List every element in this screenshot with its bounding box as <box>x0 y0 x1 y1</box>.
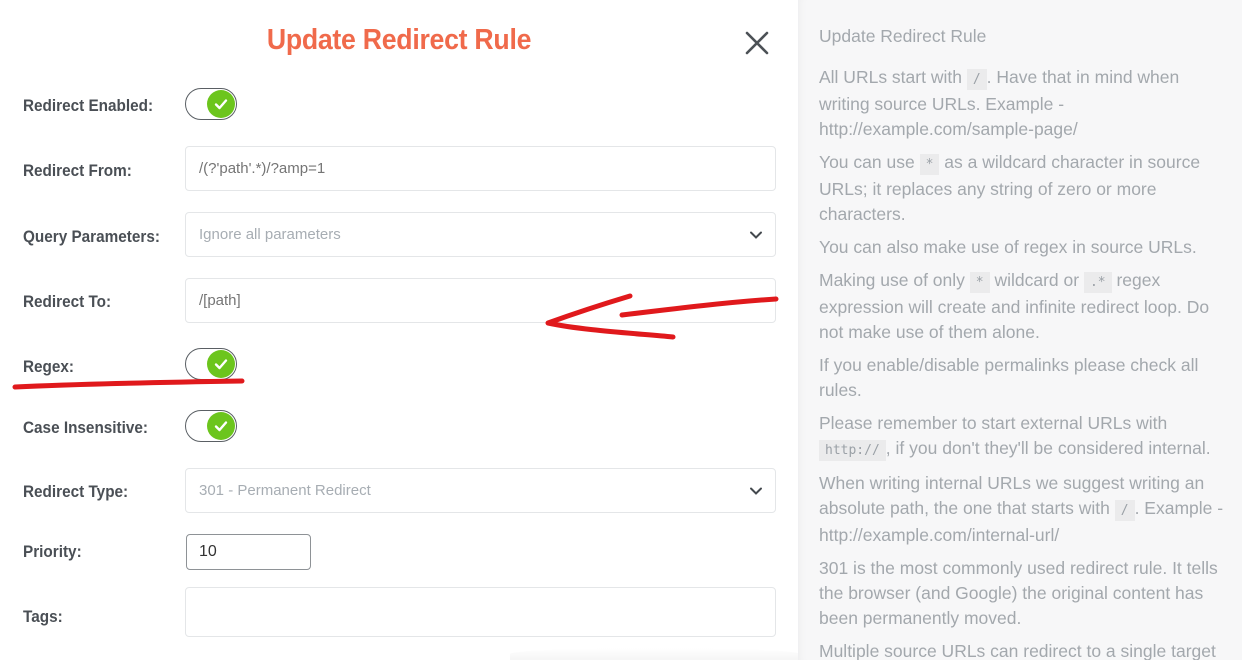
priority-label: Priority: <box>23 542 82 561</box>
check-icon <box>207 350 235 378</box>
redirect-from-label: Redirect From: <box>23 161 132 180</box>
regex-label: Regex: <box>23 357 75 376</box>
help-paragraph: You can also make use of regex in source… <box>819 237 1197 257</box>
close-button[interactable] <box>742 28 772 58</box>
redirect-to-label: Redirect To: <box>23 292 112 311</box>
redirect-type-select[interactable]: 301 - Permanent Redirect <box>185 468 776 513</box>
help-paragraph: 301 is the most commonly used redirect r… <box>819 558 1218 628</box>
redirect-to-field[interactable] <box>185 278 776 323</box>
close-icon <box>745 31 769 55</box>
chevron-down-icon <box>750 487 762 495</box>
redirect-type-value: 301 - Permanent Redirect <box>199 482 371 499</box>
priority-input[interactable]: 10 <box>186 534 311 570</box>
query-parameters-select[interactable]: Ignore all parameters <box>185 212 776 257</box>
case-insensitive-label: Case Insensitive: <box>23 418 149 437</box>
help-paragraph: Please remember to start external URLs w… <box>819 411 1224 463</box>
help-paragraph: If you enable/disable permalinks please … <box>819 355 1199 400</box>
help-paragraph: Making use of only * wildcard or .* rege… <box>819 270 1210 342</box>
redirect-enabled-toggle[interactable] <box>185 88 237 120</box>
help-panel: Update Redirect Rule All URLs start with… <box>798 0 1242 660</box>
check-icon <box>207 412 235 440</box>
modal-footer-shadow <box>510 648 800 660</box>
case-insensitive-toggle[interactable] <box>185 410 237 442</box>
redirect-enabled-label: Redirect Enabled: <box>23 96 154 115</box>
help-title: Update Redirect Rule <box>819 26 987 46</box>
redirect-to-input[interactable] <box>199 292 762 309</box>
redirect-from-input[interactable] <box>199 160 762 177</box>
modal-title: Update Redirect Rule <box>266 24 532 56</box>
update-redirect-modal: Update Redirect Rule Redirect Enabled: R… <box>0 0 800 660</box>
help-paragraph: When writing internal URLs we suggest wr… <box>819 473 1224 545</box>
tags-label: Tags: <box>23 607 63 626</box>
help-paragraph: You can use * as a wildcard character in… <box>819 152 1201 224</box>
chevron-down-icon <box>750 231 762 239</box>
redirect-from-field[interactable] <box>185 146 776 191</box>
help-paragraph: All URLs start with /. Have that in mind… <box>819 67 1180 139</box>
regex-toggle[interactable] <box>185 348 237 380</box>
redirect-type-label: Redirect Type: <box>23 482 129 501</box>
help-paragraph: Multiple source URLs can redirect to a s… <box>819 641 1216 660</box>
check-icon <box>207 90 235 118</box>
query-parameters-label: Query Parameters: <box>23 227 160 246</box>
tags-input[interactable] <box>185 587 776 637</box>
query-parameters-value: Ignore all parameters <box>199 226 341 243</box>
